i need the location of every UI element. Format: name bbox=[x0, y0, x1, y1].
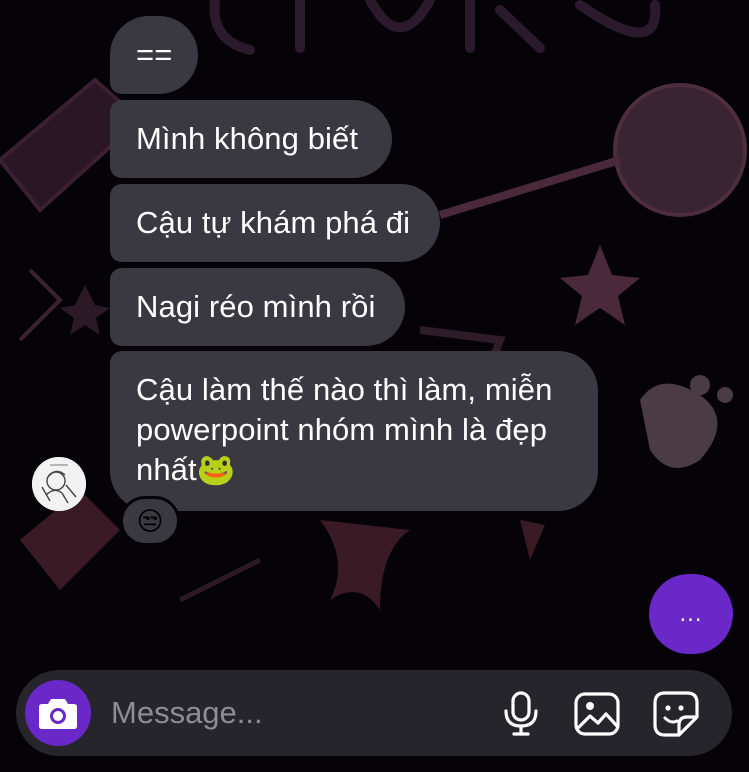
message-bubble[interactable]: Cậu làm thế nào thì làm, miễn powerpoint… bbox=[110, 351, 598, 511]
message-text: Mình không biết bbox=[136, 121, 359, 156]
message-bubble[interactable]: Nagi réo mình rồi bbox=[110, 268, 405, 346]
gallery-button[interactable] bbox=[573, 690, 621, 738]
message-text: Nagi réo mình rồi bbox=[136, 289, 376, 324]
voice-message-button[interactable] bbox=[497, 690, 545, 738]
reaction-emoji: 😒 bbox=[136, 505, 164, 536]
sticker-icon bbox=[653, 691, 699, 737]
typing-dots: ... bbox=[679, 600, 703, 627]
chat-screen: == Mình không biết Cậu tự khám phá đi Na… bbox=[0, 0, 749, 772]
message-text-line: nhất🐸 bbox=[136, 452, 236, 487]
gallery-icon bbox=[574, 692, 620, 736]
message-bubble[interactable]: == bbox=[110, 16, 198, 94]
microphone-icon bbox=[504, 691, 538, 736]
camera-icon bbox=[39, 699, 77, 729]
message-composer bbox=[16, 670, 732, 756]
message-reaction[interactable]: 😒 bbox=[120, 496, 180, 546]
avatar[interactable] bbox=[32, 457, 86, 511]
message-text: Cậu tự khám phá đi bbox=[136, 205, 411, 240]
sticker-button[interactable] bbox=[652, 690, 700, 738]
avatar-sketch-image bbox=[32, 457, 86, 511]
message-input[interactable] bbox=[111, 692, 471, 734]
message-text-line: powerpoint nhóm mình là đẹp bbox=[136, 412, 548, 447]
message-bubble[interactable]: Mình không biết bbox=[110, 100, 392, 178]
message-bubble[interactable]: Cậu tự khám phá đi bbox=[110, 184, 440, 262]
camera-button[interactable] bbox=[25, 680, 91, 746]
message-text: == bbox=[136, 37, 173, 72]
typing-indicator-bubble[interactable]: ... bbox=[649, 574, 733, 654]
message-text-line: Cậu làm thế nào thì làm, miễn bbox=[136, 372, 553, 407]
